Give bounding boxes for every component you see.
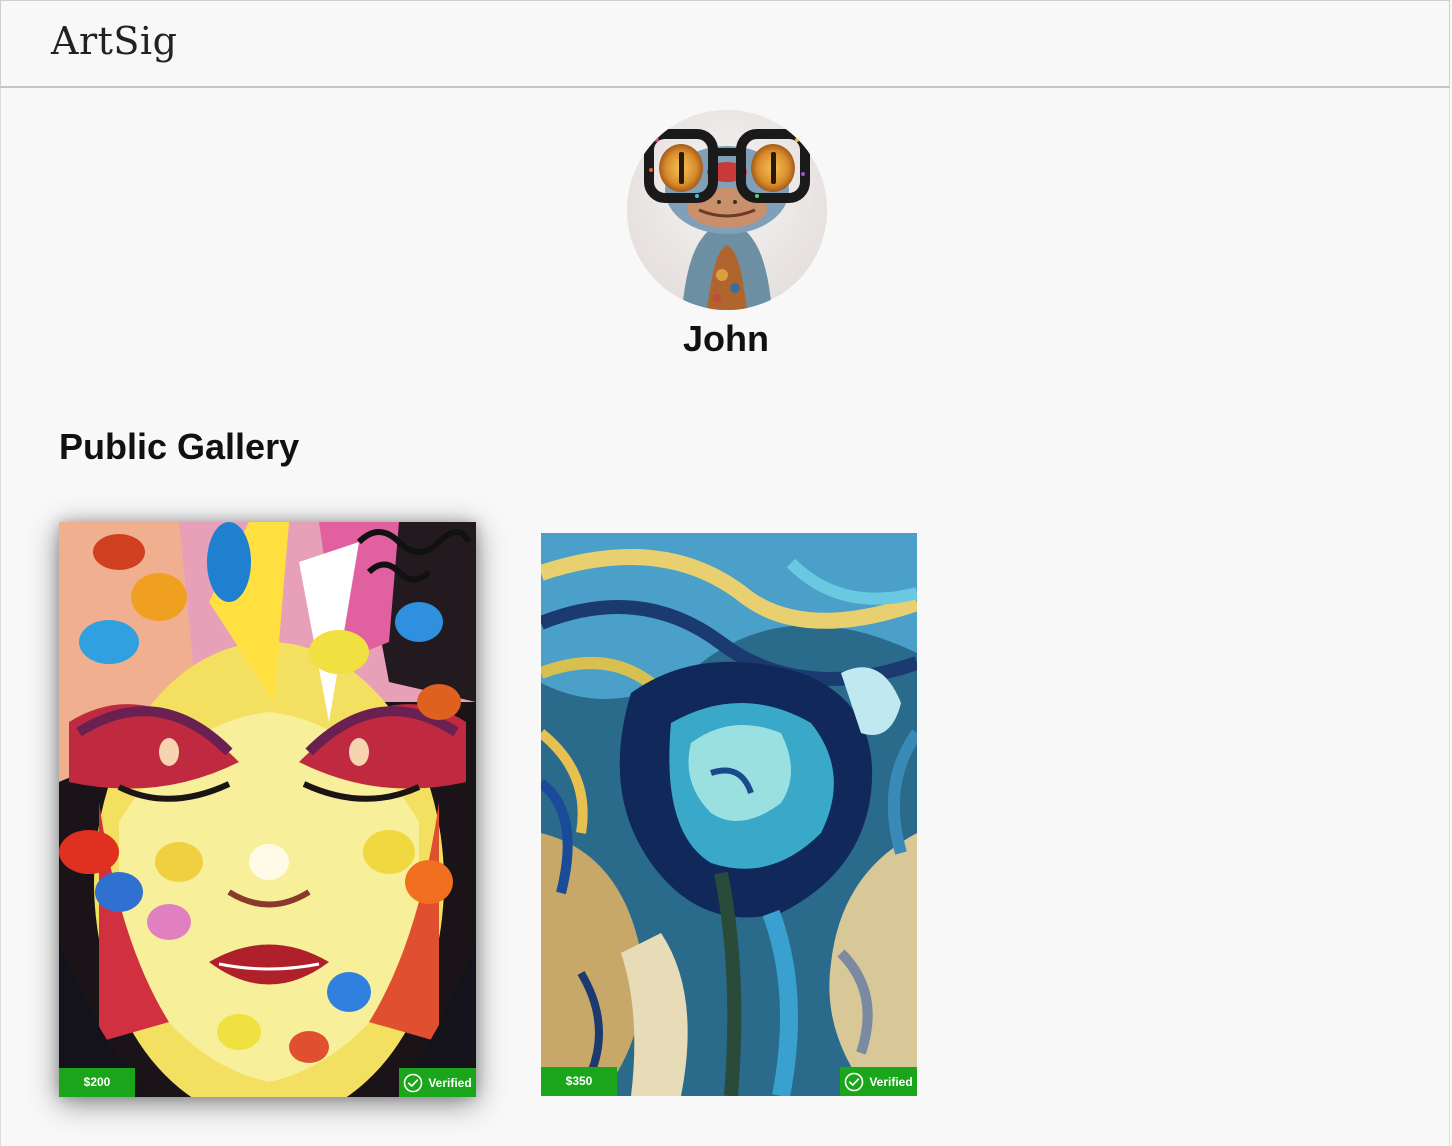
frog-avatar-icon xyxy=(627,110,827,310)
app-logo[interactable]: ArtSig xyxy=(51,19,177,63)
price-tag: $200 xyxy=(59,1068,135,1097)
verified-badge: Verified xyxy=(399,1068,476,1097)
profile-username: John xyxy=(683,318,769,359)
colorful-face-painting-icon xyxy=(59,522,476,1097)
profile-avatar xyxy=(627,110,827,310)
verified-badge: Verified xyxy=(840,1067,917,1096)
gallery-card[interactable]: $350 Verified xyxy=(541,533,917,1096)
verified-label: Verified xyxy=(869,1074,913,1089)
top-header: ArtSig xyxy=(0,0,1450,88)
gallery-title: Public Gallery xyxy=(59,426,300,467)
check-circle-icon xyxy=(845,1072,864,1091)
swirling-abstract-face-painting-icon xyxy=(541,533,917,1096)
verified-label: Verified xyxy=(428,1075,472,1090)
check-circle-icon xyxy=(404,1073,423,1092)
gallery-card[interactable]: $200 Verified xyxy=(59,522,476,1097)
price-tag: $350 xyxy=(541,1067,617,1096)
